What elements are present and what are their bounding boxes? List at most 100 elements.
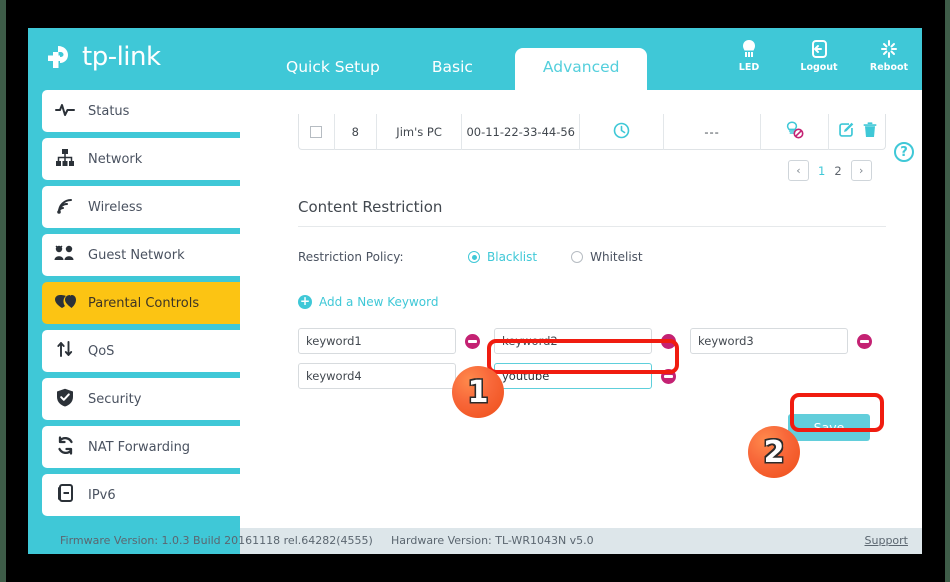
minus-circle-icon[interactable] xyxy=(661,334,676,349)
router-admin-window: tp-link Quick Setup Basic Advanced LED xyxy=(28,28,922,554)
firmware-version: Firmware Version: 1.0.3 Build 20161118 r… xyxy=(60,534,373,547)
table-row[interactable]: 8 Jim's PC 00-11-22-33-44-56 --- xyxy=(298,114,886,150)
sidebar-item-guest-network[interactable]: Guest Network xyxy=(42,234,240,276)
chevron-right-icon[interactable]: › xyxy=(851,160,872,181)
keyword-cell-5 xyxy=(494,363,690,389)
keyword-input-2[interactable] xyxy=(494,328,652,354)
content-area: 8 Jim's PC 00-11-22-33-44-56 --- xyxy=(240,90,922,528)
shield-check-icon xyxy=(42,388,88,411)
sidebar-item-security[interactable]: Security xyxy=(42,378,240,420)
sidebar-item-label: QoS xyxy=(88,344,114,359)
add-new-keyword-button[interactable]: + Add a New Keyword xyxy=(298,295,438,309)
brand-logo[interactable]: tp-link xyxy=(42,40,161,74)
sidebar: Status Network Wireless Guest Network xyxy=(28,90,240,528)
reboot-icon xyxy=(864,38,914,60)
chevron-left-icon[interactable]: ‹ xyxy=(788,160,809,181)
save-button[interactable]: Save xyxy=(788,414,870,441)
sidebar-item-label: IPv6 xyxy=(88,488,116,503)
keyword-input-3[interactable] xyxy=(690,328,848,354)
pagination: ‹ 1 2 › xyxy=(788,160,872,181)
radio-blacklist[interactable]: Blacklist xyxy=(468,250,537,264)
section-divider xyxy=(298,226,886,227)
minus-circle-icon[interactable] xyxy=(661,369,676,384)
sidebar-item-qos[interactable]: QoS xyxy=(42,330,240,372)
bulb-blocked-icon xyxy=(785,121,804,142)
reboot-button[interactable]: Reboot xyxy=(864,38,914,73)
keyword-row-1 xyxy=(298,328,886,354)
row-id: 8 xyxy=(335,114,377,150)
sidebar-item-label: Parental Controls xyxy=(88,296,199,311)
document-icon xyxy=(42,484,88,507)
annotation-badge-1: 1 xyxy=(452,366,504,418)
radio-blacklist-dot[interactable] xyxy=(468,251,480,263)
led-button[interactable]: LED xyxy=(724,38,774,73)
restriction-policy-row: Restriction Policy: Blacklist Whitelist xyxy=(298,250,677,264)
outer-border-left xyxy=(0,0,6,582)
support-link[interactable]: Support xyxy=(865,534,908,547)
top-nav: Quick Setup Basic Advanced xyxy=(260,28,647,90)
row-time-cell[interactable] xyxy=(580,114,664,150)
logout-button[interactable]: Logout xyxy=(794,38,844,73)
brand-name: tp-link xyxy=(82,42,161,72)
sidebar-item-label: Security xyxy=(88,392,141,407)
page-2[interactable]: 2 xyxy=(834,164,841,178)
page-1[interactable]: 1 xyxy=(818,164,825,178)
header-bar: tp-link Quick Setup Basic Advanced LED xyxy=(28,28,922,90)
radio-whitelist[interactable]: Whitelist xyxy=(571,250,643,264)
row-actions-cell[interactable] xyxy=(829,114,885,150)
guest-users-icon xyxy=(42,245,88,265)
arrows-up-down-icon xyxy=(42,340,88,362)
led-bulb-icon xyxy=(724,38,774,60)
sidebar-item-label: Network xyxy=(88,152,142,167)
sidebar-item-nat-forwarding[interactable]: NAT Forwarding xyxy=(42,426,240,468)
clock-icon xyxy=(613,122,630,142)
sidebar-item-label: Status xyxy=(88,104,129,119)
led-label: LED xyxy=(724,62,774,73)
sidebar-item-wireless[interactable]: Wireless xyxy=(42,186,240,228)
row-status: --- xyxy=(664,114,762,150)
sidebar-item-network[interactable]: Network xyxy=(42,138,240,180)
keyword-row-2 xyxy=(298,363,886,389)
wifi-signal-icon xyxy=(42,196,88,218)
row-device-name: Jim's PC xyxy=(377,114,463,150)
question-mark-icon[interactable]: ? xyxy=(894,142,914,162)
hardware-version: Hardware Version: TL-WR1043N v5.0 xyxy=(391,534,594,547)
radio-whitelist-dot[interactable] xyxy=(571,251,583,263)
pulse-icon xyxy=(42,102,88,121)
sidebar-item-ipv6[interactable]: IPv6 xyxy=(42,474,240,516)
nav-basic[interactable]: Basic xyxy=(406,58,499,90)
header-tools: LED Logout Reboot xyxy=(724,38,914,73)
refresh-arrows-icon xyxy=(42,436,88,459)
logout-icon xyxy=(794,38,844,60)
row-block-cell[interactable] xyxy=(761,114,829,150)
minus-circle-icon[interactable] xyxy=(857,334,872,349)
nav-quick-setup[interactable]: Quick Setup xyxy=(260,58,406,90)
row-checkbox-cell[interactable] xyxy=(299,114,335,150)
edit-pencil-icon[interactable] xyxy=(838,122,854,141)
keyword-cell-1 xyxy=(298,328,494,354)
add-new-keyword-label: Add a New Keyword xyxy=(319,295,438,309)
minus-circle-icon[interactable] xyxy=(465,334,480,349)
footer-bar: Firmware Version: 1.0.3 Build 20161118 r… xyxy=(28,528,922,554)
network-tree-icon xyxy=(42,149,88,170)
plus-circle-icon: + xyxy=(298,295,312,309)
keyword-cell-2 xyxy=(494,328,690,354)
sidebar-item-parental-controls[interactable]: Parental Controls xyxy=(42,282,240,324)
radio-blacklist-label: Blacklist xyxy=(487,250,537,264)
keyword-input-4[interactable] xyxy=(298,363,456,389)
keyword-input-1[interactable] xyxy=(298,328,456,354)
sidebar-item-label: Guest Network xyxy=(88,248,185,263)
tp-link-logo-icon xyxy=(42,40,76,74)
reboot-label: Reboot xyxy=(864,62,914,73)
sidebar-item-label: NAT Forwarding xyxy=(88,440,190,455)
nav-advanced[interactable]: Advanced xyxy=(515,48,648,90)
keyword-cell-3 xyxy=(690,328,886,354)
row-checkbox[interactable] xyxy=(310,126,322,138)
annotation-badge-2: 2 xyxy=(748,426,800,478)
trash-icon[interactable] xyxy=(863,122,877,141)
restriction-policy-label: Restriction Policy: xyxy=(298,250,468,264)
youtube-keyword-input[interactable] xyxy=(494,363,652,389)
sidebar-item-status[interactable]: Status xyxy=(42,90,240,132)
sidebar-item-label: Wireless xyxy=(88,200,142,215)
section-title-content-restriction: Content Restriction xyxy=(298,198,442,216)
